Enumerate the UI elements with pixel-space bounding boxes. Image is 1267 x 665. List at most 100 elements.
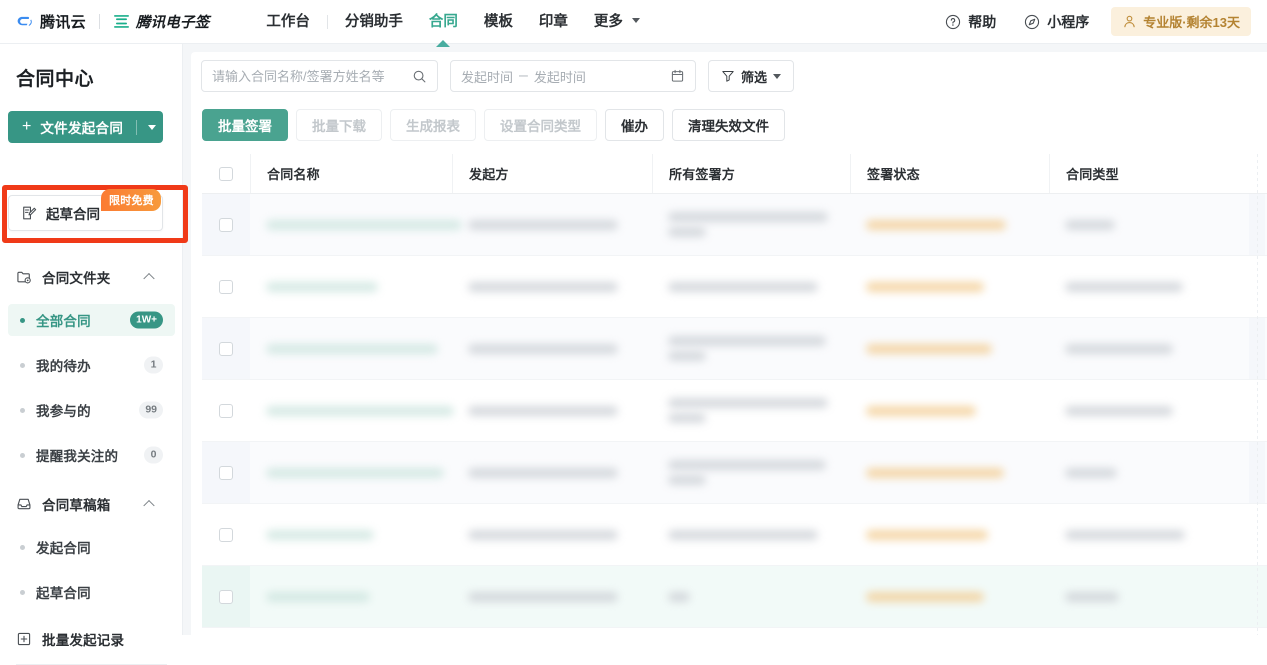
sidebar-group-draft-box: 合同草稿箱 发起合同 起草合同 — [0, 487, 183, 608]
redacted-text — [668, 398, 828, 408]
row-checkbox[interactable] — [219, 342, 233, 356]
chevron-up-icon[interactable] — [143, 273, 154, 284]
row-select-cell[interactable] — [202, 566, 250, 627]
set-contract-type-button[interactable]: 设置合同类型 — [484, 109, 597, 141]
column-header-initiator[interactable]: 发起方 — [452, 154, 652, 193]
cloud-icon — [16, 12, 35, 31]
sidebar-item-my-todo[interactable]: 我的待办 1 — [8, 349, 175, 381]
row-checkbox[interactable] — [219, 590, 233, 604]
row-select-cell[interactable] — [202, 504, 250, 565]
cell-sign-status — [850, 318, 1049, 379]
date-start-placeholder[interactable]: 发起时间 — [461, 67, 513, 86]
question-circle-icon — [945, 14, 961, 30]
sidebar-item-count: 99 — [139, 402, 163, 419]
top-navigation-bar: 腾讯云 腾讯电子签 工作台 分销助手 合同 模板 印章 更多 — [0, 0, 1267, 44]
redacted-text — [468, 406, 618, 416]
select-all-cell[interactable] — [202, 154, 250, 193]
redacted-text — [266, 344, 438, 354]
row-select-cell[interactable] — [202, 256, 250, 317]
miniprogram-button[interactable]: 小程序 — [1010, 12, 1103, 32]
esign-icon — [113, 14, 130, 29]
file-initiate-contract-button[interactable]: + 文件发起合同 — [8, 111, 163, 143]
batch-sign-button[interactable]: 批量签署 — [202, 109, 288, 141]
row-select-cell[interactable] — [202, 194, 250, 255]
column-header-sign-status[interactable]: 签署状态 — [850, 154, 1049, 193]
urge-button[interactable]: 催办 — [605, 109, 664, 141]
pro-version-badge[interactable]: 专业版·剩余13天 — [1111, 7, 1251, 36]
sidebar-item-batch-initiate-record[interactable]: 批量发起记录 — [0, 622, 183, 656]
column-header-contract-name[interactable]: 合同名称 — [250, 154, 452, 193]
sidebar-item-label: 我的待办 — [36, 355, 91, 375]
search-input[interactable] — [212, 69, 412, 84]
row-select-cell[interactable] — [202, 442, 250, 503]
chevron-down-icon[interactable] — [148, 125, 156, 130]
tencent-esign-logo[interactable]: 腾讯电子签 — [113, 11, 210, 32]
inbox-icon — [16, 496, 32, 512]
redacted-text — [866, 468, 1004, 478]
sidebar-item-count: 1W+ — [130, 312, 163, 329]
search-input-wrapper[interactable] — [201, 60, 438, 92]
column-header-all-signers[interactable]: 所有签署方 — [652, 154, 850, 193]
nav-item-seal[interactable]: 印章 — [526, 0, 581, 44]
date-end-placeholder[interactable]: 发起时间 — [534, 67, 586, 86]
generate-report-button[interactable]: 生成报表 — [390, 109, 476, 141]
help-button[interactable]: 帮助 — [931, 12, 1010, 32]
redacted-text — [266, 282, 378, 292]
nav-item-workbench[interactable]: 工作台 — [253, 0, 323, 44]
sidebar-item-remind-me[interactable]: 提醒我关注的 0 — [8, 439, 175, 471]
user-icon — [1122, 14, 1137, 29]
redacted-text — [668, 351, 706, 361]
tencent-cloud-logo[interactable]: 腾讯云 — [16, 11, 86, 32]
filter-button[interactable]: 筛选 — [708, 60, 794, 92]
date-range-picker[interactable]: 发起时间 – 发起时间 — [450, 60, 696, 92]
calendar-icon[interactable] — [670, 68, 685, 84]
row-select-cell[interactable] — [202, 318, 250, 379]
column-header-contract-type[interactable]: 合同类型 — [1049, 154, 1249, 193]
nav-item-label: 分销助手 — [345, 14, 403, 30]
redacted-text — [668, 592, 690, 602]
select-all-checkbox[interactable] — [219, 167, 233, 181]
redacted-text — [668, 460, 826, 470]
row-checkbox[interactable] — [219, 280, 233, 294]
table-row[interactable] — [202, 504, 1267, 566]
funnel-icon — [721, 69, 735, 83]
batch-record-icon — [16, 631, 32, 647]
sidebar-item-all-contracts[interactable]: 全部合同 1W+ — [8, 304, 175, 336]
bullet-icon — [20, 453, 25, 458]
sidebar-group-header-contract-folder[interactable]: 合同文件夹 — [0, 260, 183, 294]
pro-badge-label: 专业版·剩余13天 — [1143, 12, 1240, 31]
sidebar-item-my-participation[interactable]: 我参与的 99 — [8, 394, 175, 426]
cell-initiator — [452, 256, 652, 317]
table-row[interactable] — [202, 566, 1267, 628]
button-split-divider — [136, 120, 137, 135]
tencent-cloud-label: 腾讯云 — [40, 11, 86, 32]
table-right-divider — [1257, 154, 1258, 635]
search-icon[interactable] — [412, 69, 427, 84]
nav-item-template[interactable]: 模板 — [471, 0, 526, 44]
sidebar-item-draft-contract[interactable]: 起草合同 — [8, 576, 175, 608]
chevron-up-icon[interactable] — [143, 500, 154, 511]
sidebar-item-initiate-contract[interactable]: 发起合同 — [8, 531, 175, 563]
cell-sign-status — [850, 442, 1049, 503]
nav-item-more[interactable]: 更多 — [581, 0, 653, 44]
bullet-icon — [20, 363, 25, 368]
row-select-cell[interactable] — [202, 380, 250, 441]
row-checkbox[interactable] — [219, 404, 233, 418]
sidebar-group-header-draft-box[interactable]: 合同草稿箱 — [0, 487, 183, 521]
bullet-icon — [20, 590, 25, 595]
sidebar-item-label: 全部合同 — [36, 310, 91, 330]
table-row[interactable] — [202, 256, 1267, 318]
nav-item-distribution-assistant[interactable]: 分销助手 — [332, 0, 416, 44]
nav-item-contract[interactable]: 合同 — [416, 0, 471, 44]
batch-download-button[interactable]: 批量下载 — [296, 109, 382, 141]
clear-invalid-files-button[interactable]: 清理失效文件 — [672, 109, 785, 141]
table-row[interactable] — [202, 318, 1267, 380]
row-checkbox[interactable] — [219, 466, 233, 480]
row-checkbox[interactable] — [219, 218, 233, 232]
primary-button-label: 文件发起合同 — [40, 117, 123, 137]
row-checkbox[interactable] — [219, 528, 233, 542]
nav-item-label: 模板 — [484, 14, 513, 30]
table-row[interactable] — [202, 380, 1267, 442]
table-row[interactable] — [202, 442, 1267, 504]
table-row[interactable] — [202, 194, 1267, 256]
